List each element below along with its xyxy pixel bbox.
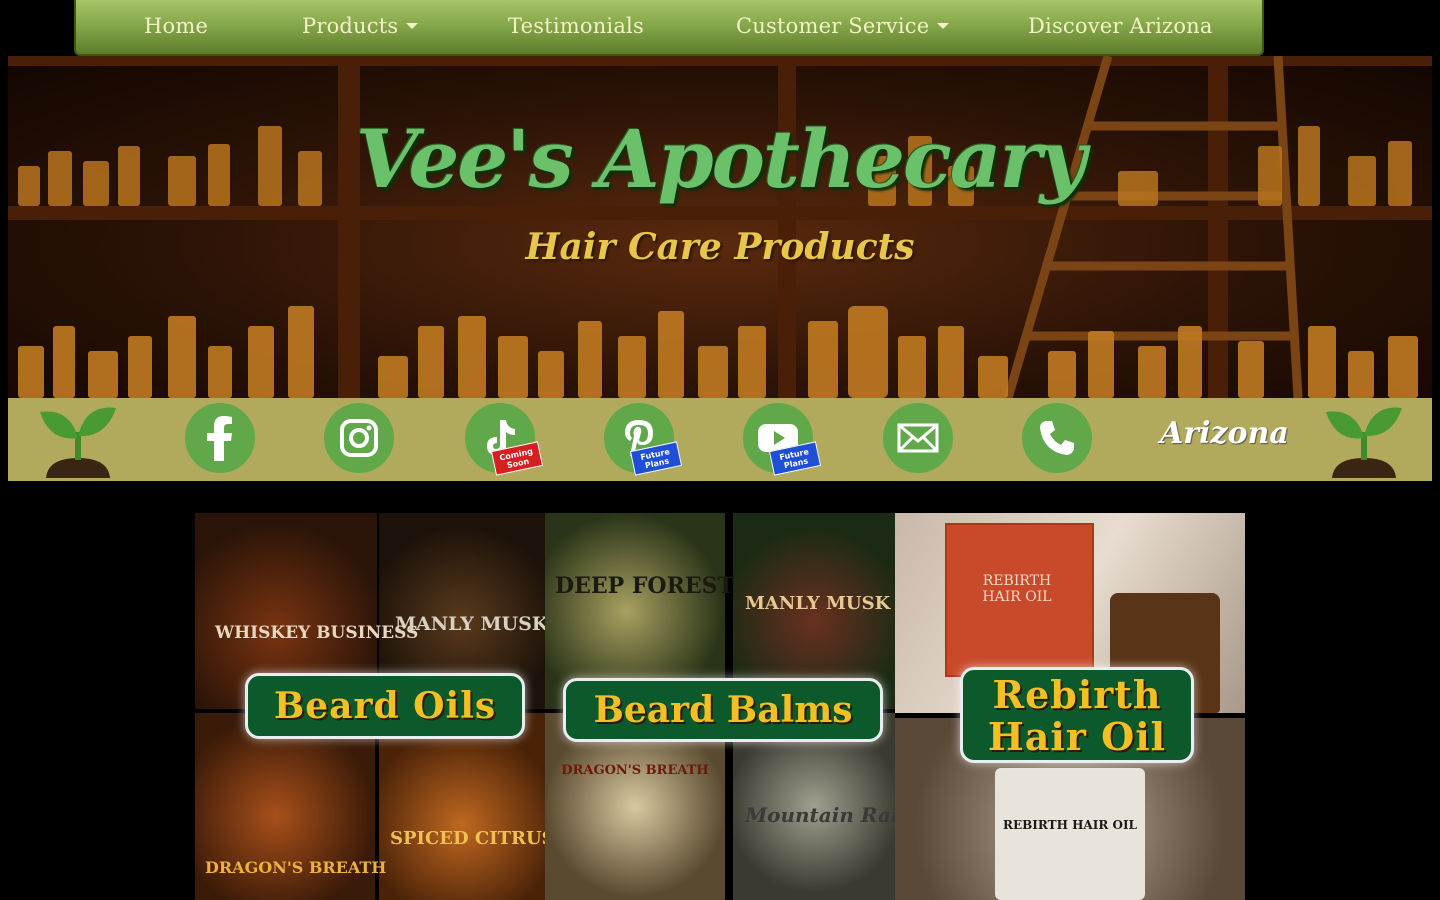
rebirth-hair-oil-label: Rebirth Hair Oil	[960, 667, 1194, 763]
box-text: HAIR OIL	[982, 589, 1052, 605]
facebook-icon	[207, 416, 232, 461]
bottle-label: MANLY MUSK	[395, 613, 545, 635]
instagram-link[interactable]	[324, 403, 394, 473]
social-bar: Coming Soon Future Plans Future Plans Ar…	[8, 398, 1432, 481]
nav-testimonials[interactable]: Testimonials	[508, 14, 644, 38]
pinterest-link[interactable]: Future Plans	[604, 403, 683, 476]
tiktok-link[interactable]: Coming Soon	[465, 403, 544, 476]
bottle-label: SPICED CITRUS	[390, 828, 545, 849]
arizona-link[interactable]: Arizona	[1160, 416, 1289, 451]
email-link[interactable]	[883, 403, 953, 473]
product-photo	[379, 713, 545, 900]
chevron-down-icon	[937, 22, 950, 29]
sprout-icon	[1326, 407, 1402, 478]
chevron-down-icon	[406, 22, 419, 29]
rebirth-bottle-label	[995, 768, 1145, 900]
phone-icon	[1040, 421, 1074, 455]
facebook-link[interactable]	[185, 403, 255, 473]
label-line-2: Hair Oil	[987, 714, 1167, 759]
nav-customer-service[interactable]: Customer Service	[736, 14, 950, 38]
instagram-icon	[340, 419, 378, 457]
tin-label: DEEP FOREST	[555, 573, 734, 599]
nav-products[interactable]: Products	[302, 14, 419, 38]
sprout-icon	[40, 407, 116, 478]
beard-oils-label: Beard Oils	[245, 673, 525, 739]
box-text: REBIRTH	[982, 573, 1052, 589]
top-nav-bar: Home Products Testimonials Customer Serv…	[74, 0, 1264, 56]
rebirth-hair-oil-tile[interactable]: REBIRTH HAIR OIL REBIRTH HAIR OIL Rebirt…	[895, 513, 1245, 900]
site-title: Vee's Apothecary	[355, 112, 1086, 206]
bottle-label: DRAGON'S BREATH	[205, 858, 387, 877]
beard-balms-label: Beard Balms	[563, 678, 883, 742]
tin-label: MANLY MUSK	[745, 593, 891, 614]
nav-products-label: Products	[302, 14, 399, 38]
hero-banner: Vee's Apothecary Hair Care Products	[8, 56, 1432, 398]
beard-balms-tile[interactable]: DEEP FOREST MANLY MUSK DRAGON'S BREATH M…	[545, 513, 895, 900]
bottle-label: REBIRTH HAIR OIL	[1003, 818, 1137, 832]
tin-label: Mountain Rain	[745, 803, 895, 827]
email-icon	[897, 423, 939, 453]
nav-home[interactable]: Home	[144, 14, 208, 38]
nav-customer-service-label: Customer Service	[736, 14, 930, 38]
beard-oils-tile[interactable]: WHISKEY BUSINESS MANLY MUSK DRAGON'S BRE…	[195, 513, 545, 900]
label-line-1: Rebirth	[992, 672, 1162, 717]
tin-label: DRAGON'S BREATH	[561, 763, 709, 778]
phone-link[interactable]	[1022, 403, 1092, 473]
youtube-link[interactable]: Future Plans	[743, 403, 822, 476]
bottle-label: WHISKEY BUSINESS	[215, 623, 419, 643]
product-gallery: WHISKEY BUSINESS MANLY MUSK DRAGON'S BRE…	[195, 513, 1245, 900]
nav-discover-arizona[interactable]: Discover Arizona	[1028, 14, 1213, 38]
site-subtitle: Hair Care Products	[525, 226, 915, 268]
